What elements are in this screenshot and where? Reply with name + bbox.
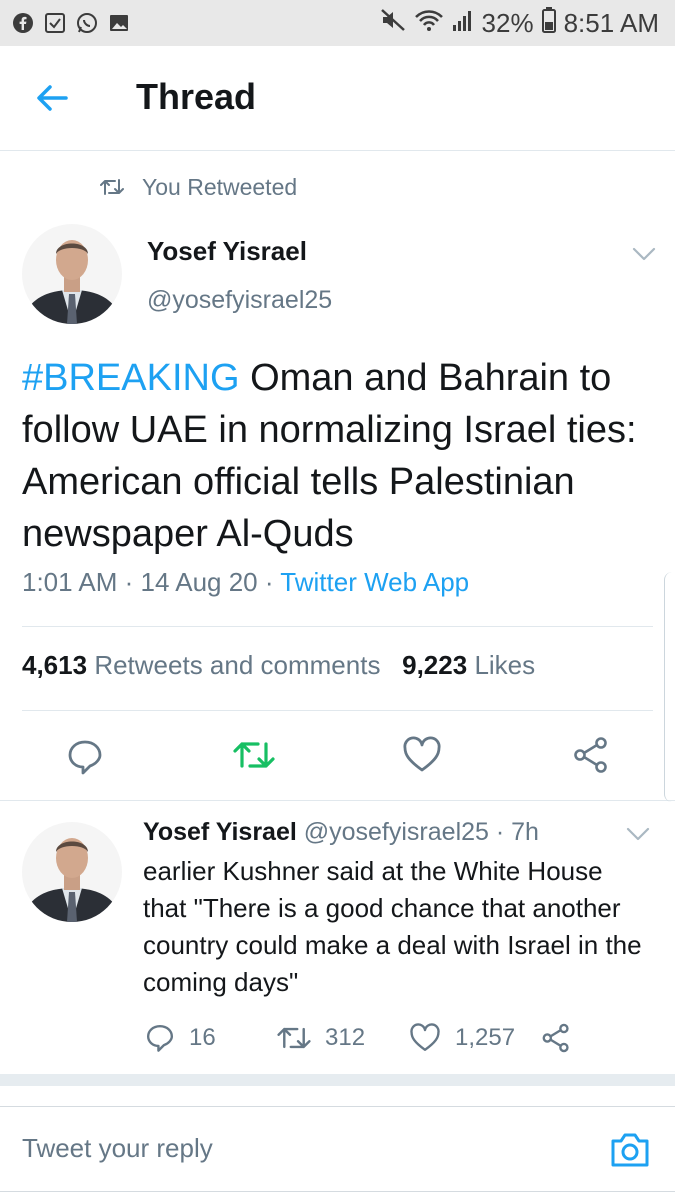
- notification-icons: [12, 10, 130, 36]
- likes-label: Likes: [474, 650, 536, 680]
- signal-icon: [452, 8, 474, 39]
- tweet-date[interactable]: 14 Aug 20: [141, 567, 258, 597]
- divider: [22, 710, 653, 711]
- reply-share-button[interactable]: [541, 1020, 571, 1056]
- reply-retweet-button[interactable]: 312: [277, 1020, 365, 1056]
- status-bar: 32% 8:51 AM: [0, 0, 675, 46]
- reply-icon: [146, 1024, 174, 1052]
- tweet-source[interactable]: Twitter Web App: [280, 567, 469, 597]
- reply-count: 16: [189, 1024, 216, 1051]
- retweet-icon: [277, 1027, 311, 1049]
- section-gap: [0, 1074, 675, 1086]
- reply-reply-button[interactable]: 16: [145, 1020, 216, 1056]
- reply-icon[interactable]: [66, 738, 104, 776]
- chevron-down-icon[interactable]: [632, 246, 656, 262]
- image-icon: [108, 12, 130, 34]
- like-icon: [410, 1023, 440, 1052]
- clock: 8:51 AM: [563, 7, 659, 38]
- system-status: 32% 8:51 AM: [380, 6, 659, 40]
- retweet-action-icon[interactable]: [233, 738, 275, 772]
- thread-header: Thread: [0, 46, 675, 151]
- avatar[interactable]: [22, 822, 122, 922]
- likes-stat[interactable]: 9,223 Likes: [402, 650, 535, 680]
- scrollbar[interactable]: [664, 572, 675, 802]
- retweets-label: Retweets and comments: [94, 650, 381, 680]
- retweet-indicator: You Retweeted: [100, 172, 297, 202]
- reply-author-name[interactable]: Yosef Yisrael: [143, 818, 297, 846]
- camera-icon[interactable]: [609, 1131, 651, 1169]
- tweet-meta: 1:01 AM · 14 Aug 20 · Twitter Web App: [22, 567, 470, 597]
- reply-input[interactable]: Tweet your reply: [22, 1133, 213, 1164]
- reply-header: Yosef Yisrael @yosefyisrael25 · 7h: [143, 818, 539, 846]
- divider: [22, 626, 653, 627]
- share-icon[interactable]: [572, 736, 610, 774]
- battery-icon: [541, 6, 556, 40]
- chevron-down-icon[interactable]: [626, 826, 650, 842]
- whatsapp-icon: [76, 12, 98, 34]
- tweet-time[interactable]: 1:01 AM: [22, 567, 117, 597]
- mute-icon: [380, 8, 406, 39]
- reply-author-handle[interactable]: @yosefyisrael25: [304, 818, 489, 846]
- battery-percent: 32%: [481, 7, 534, 38]
- retweet-count: 312: [325, 1024, 366, 1051]
- retweets-stat[interactable]: 4,613 Retweets and comments: [22, 650, 380, 680]
- tweet-stats: 4,613 Retweets and comments 9,223 Likes: [22, 650, 535, 681]
- reply-age[interactable]: 7h: [511, 818, 539, 846]
- reply-like-button[interactable]: 1,257: [409, 1020, 515, 1056]
- checkbox-icon: [44, 12, 66, 34]
- page-title: Thread: [136, 76, 257, 117]
- like-icon[interactable]: [402, 736, 442, 774]
- retweet-icon: [100, 179, 124, 195]
- author-handle[interactable]: @yosefyisrael25: [147, 286, 332, 315]
- facebook-icon: [12, 12, 34, 34]
- avatar[interactable]: [22, 224, 122, 324]
- tweet-body: #BREAKING Oman and Bahrain to follow UAE…: [22, 352, 662, 560]
- retweets-count: 4,613: [22, 650, 88, 680]
- wifi-icon: [414, 8, 444, 39]
- arrow-left-icon: [37, 85, 68, 111]
- retweet-label: You Retweeted: [142, 173, 298, 200]
- back-button[interactable]: [32, 80, 72, 116]
- author-name[interactable]: Yosef Yisrael: [147, 236, 307, 267]
- reply-composer: Tweet your reply: [0, 1106, 675, 1192]
- like-count: 1,257: [455, 1024, 516, 1051]
- reply-text: earlier Kushner said at the White House …: [143, 856, 642, 997]
- divider: [0, 800, 675, 801]
- likes-count: 9,223: [402, 650, 468, 680]
- hashtag-link[interactable]: #BREAKING: [22, 357, 240, 399]
- share-icon: [542, 1023, 569, 1053]
